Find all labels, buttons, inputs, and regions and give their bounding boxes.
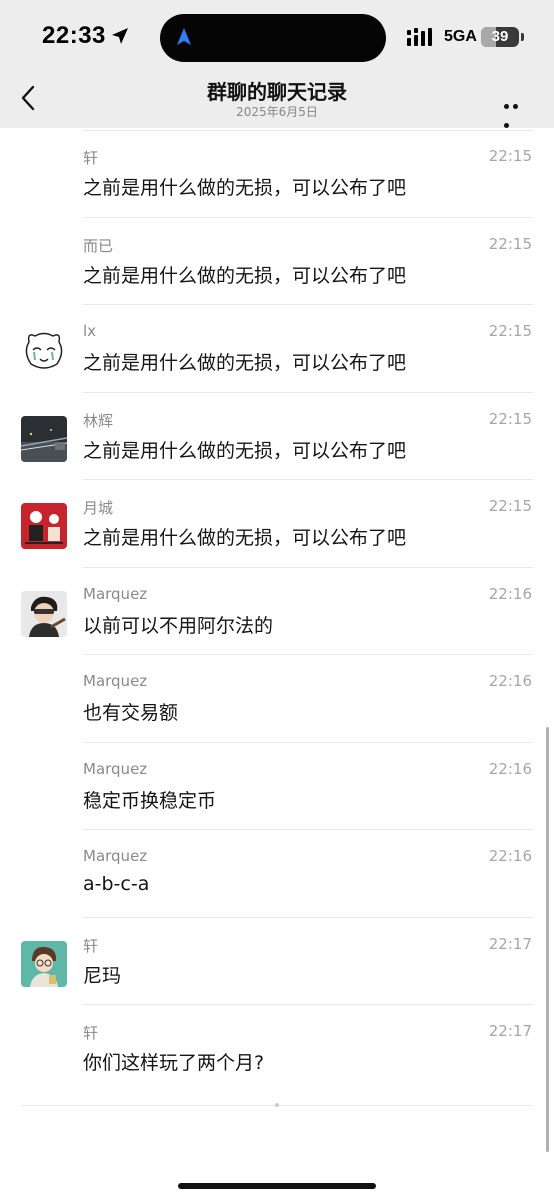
sender-name: Marquez [83,672,148,690]
battery-percent: 39 [491,28,509,45]
message-time: 22:15 [488,147,532,165]
avatar[interactable] [21,503,67,549]
scrollbar[interactable] [546,727,549,1152]
message-time: 22:16 [488,847,532,865]
more-dots-icon[interactable] [504,94,530,128]
status-bar: 22:33 5GA 39 [0,0,554,72]
sender-name: Marquez [83,759,148,778]
signal-icon [407,28,432,46]
battery-tip [521,33,524,41]
message-time: 22:15 [488,409,532,428]
message-item[interactable]: 轩 22:17 你们这样玩了两个月? [0,1005,554,1093]
message-item[interactable]: 而已 22:15 之前是用什么做的无损，可以公布了吧 [0,218,554,305]
message-text: 之前是用什么做的无损，可以公布了吧 [83,264,407,287]
location-arrow-icon [112,28,128,44]
message-item[interactable]: 轩 22:17 尼玛 [0,918,554,1005]
message-time: 22:16 [488,759,532,778]
navigation-bar: 群聊的聊天记录 2025年6月5日 [0,72,554,128]
home-indicator[interactable] [178,1183,376,1189]
message-list[interactable]: 轩 22:15 之前是用什么做的无损，可以公布了吧 而已 22:15 之前是用什么做的无损… [0,130,554,1093]
message-time: 22:16 [488,584,532,603]
sender-name: Marquez [83,847,148,865]
message-time: 22:17 [488,934,532,953]
message-time: 22:15 [488,234,532,253]
avatar[interactable] [21,590,67,637]
avatar[interactable] [21,328,67,374]
sender-name: 轩 [83,1024,99,1042]
message-item[interactable]: Marquez 22:16 也有交易额 [0,655,554,743]
sender-name: 轩 [83,936,99,955]
page-subtitle: 2025年6月5日 [236,105,318,119]
sender-name: 月城 [83,499,114,517]
sender-name: 轩 [83,149,99,167]
message-text: a-b-c-a [83,873,150,895]
message-text: 之前是用什么做的无损，可以公布了吧 [83,527,407,549]
sender-name: lx [83,322,97,340]
message-text: 稳定币换稳定币 [83,789,217,812]
message-item[interactable]: 林辉 22:15 之前是用什么做的无损，可以公布了吧 [0,393,554,480]
network-type: 5GA [444,28,477,45]
message-text: 你们这样玩了两个月? [83,1052,265,1074]
message-item[interactable]: Marquez 22:16 以前可以不用阿尔法的 [0,568,554,655]
message-item[interactable]: Marquez 22:16 稳定币换稳定币 [0,743,554,830]
message-time: 22:15 [488,322,532,340]
message-item[interactable]: 轩 22:15 之前是用什么做的无损，可以公布了吧 [0,130,554,218]
message-text: 尼玛 [83,964,122,987]
avatar[interactable] [21,415,67,462]
message-time: 22:15 [488,497,532,515]
message-time: 22:17 [488,1022,532,1040]
page-title: 群聊的聊天记录 [207,80,347,104]
message-text: 之前是用什么做的无损，可以公布了吧 [83,352,407,374]
message-text: 之前是用什么做的无损，可以公布了吧 [83,177,407,199]
message-text: 也有交易额 [83,702,179,724]
end-dot [275,1103,279,1107]
message-item[interactable]: 月城 22:15 之前是用什么做的无损，可以公布了吧 [0,480,554,568]
message-time: 22:16 [488,672,532,690]
sender-name: 而已 [83,236,114,255]
message-item[interactable]: lx 22:15 之前是用什么做的无损，可以公布了吧 [0,305,554,393]
message-text: 以前可以不用阿尔法的 [83,614,274,637]
message-item[interactable]: Marquez 22:16 a-b-c-a [0,830,554,918]
avatar[interactable] [21,940,67,987]
navigation-icon [177,28,191,45]
battery-icon: 39 [481,27,519,47]
message-text: 之前是用什么做的无损，可以公布了吧 [83,439,407,462]
sender-name: 林辉 [83,411,114,430]
status-time: 22:33 [42,22,106,49]
sender-name: Marquez [83,584,148,603]
